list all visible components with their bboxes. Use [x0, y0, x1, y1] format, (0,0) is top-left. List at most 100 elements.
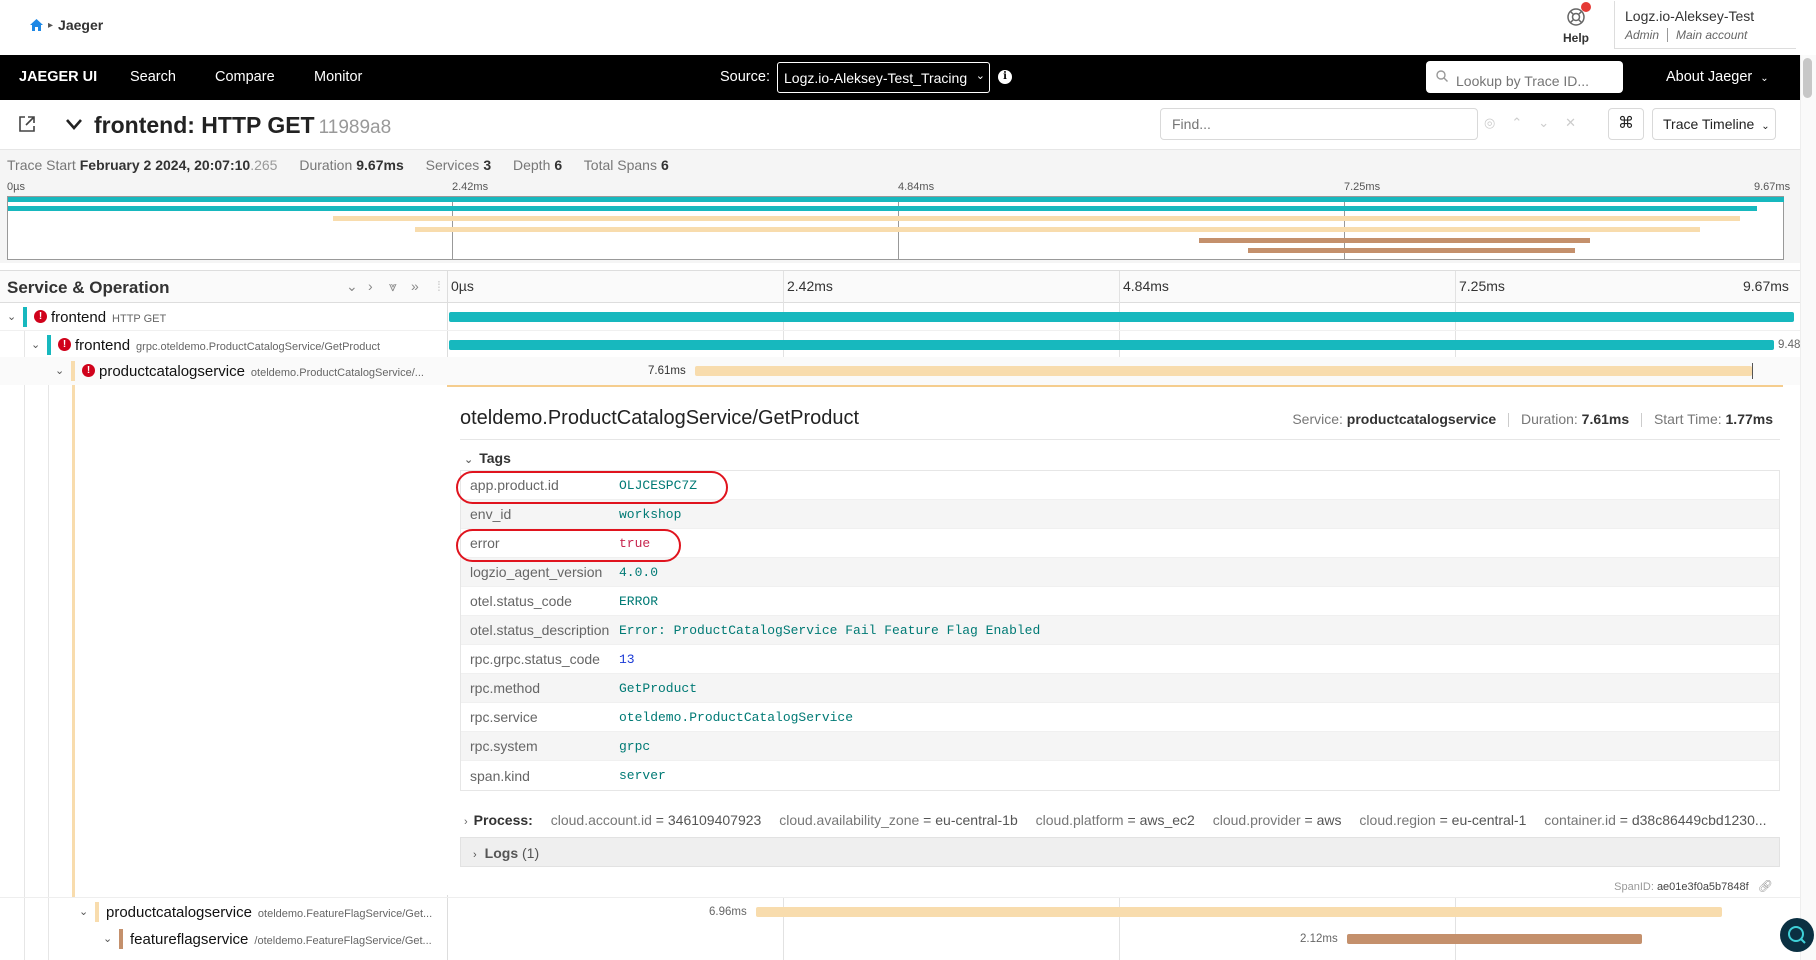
- nav-search[interactable]: Search: [130, 69, 176, 85]
- span-detail-title: oteldemo.ProductCatalogService/GetProduc…: [460, 407, 860, 429]
- nav-monitor[interactable]: Monitor: [314, 69, 362, 85]
- chevron-right-icon: ›: [473, 849, 477, 861]
- home-icon[interactable]: [30, 19, 43, 31]
- breadcrumb-jaeger[interactable]: Jaeger: [58, 17, 103, 33]
- chevron-down-icon[interactable]: ⌄: [103, 932, 112, 945]
- span-duration: 9.48: [1778, 339, 1801, 351]
- view-mode-select[interactable]: Trace Timeline ⌄: [1652, 108, 1776, 140]
- trace-header: frontend: HTTP GET11989a8 ◎ ⌃ ⌄ ✕ ⌘ Trac…: [0, 100, 1800, 150]
- service-color-bar: [47, 335, 51, 355]
- tag-row[interactable]: rpc.system grpc: [461, 732, 1779, 761]
- trace-summary: Trace Start February 2 2024, 20:07:10.265…: [0, 150, 1800, 179]
- chat-button[interactable]: [1780, 918, 1814, 952]
- span-bar[interactable]: [1347, 934, 1642, 944]
- depth-value: 6: [554, 157, 563, 173]
- tag-key: span.kind: [470, 767, 530, 784]
- info-icon[interactable]: i: [998, 70, 1012, 84]
- span-duration: 7.61ms: [648, 365, 686, 377]
- breadcrumb-separator-icon: ▸: [48, 19, 54, 31]
- about-jaeger-menu[interactable]: About Jaeger ⌄: [1666, 69, 1769, 85]
- service-name: featureflagservice: [130, 931, 249, 948]
- process-value: d38c86449cbd1230...: [1631, 812, 1767, 828]
- tag-row[interactable]: env_id workshop: [461, 500, 1779, 529]
- service-color-bar: [95, 902, 99, 922]
- tag-row[interactable]: rpc.grpc.status_code 13: [461, 645, 1779, 674]
- tag-row[interactable]: rpc.method GetProduct: [461, 674, 1779, 703]
- chevron-down-icon[interactable]: ⌄: [7, 310, 16, 323]
- duration-label: Duration:: [1520, 411, 1578, 427]
- collapse-all-icon[interactable]: ⩔: [389, 278, 397, 295]
- nav-brand[interactable]: JAEGER UI: [19, 69, 97, 85]
- process-toggle[interactable]: › Process: cloud.account.id = 34610940792…: [464, 812, 1784, 828]
- clear-find-icon[interactable]: ✕: [1565, 115, 1576, 131]
- nav-compare[interactable]: Compare: [215, 69, 275, 85]
- column-divider: [447, 271, 448, 304]
- tag-key: rpc.method: [470, 680, 541, 696]
- span-bar-end-marker: [1752, 363, 1753, 379]
- collapse-one-icon[interactable]: ⌄: [346, 278, 358, 295]
- span-bar[interactable]: [756, 907, 1722, 917]
- locate-icon[interactable]: ◎: [1484, 115, 1495, 131]
- help-button[interactable]: Help: [1550, 2, 1602, 45]
- prev-match-icon[interactable]: ⌃: [1511, 115, 1522, 131]
- account-switcher[interactable]: Logz.io-Aleksey-Test Admin Main account: [1614, 1, 1796, 49]
- external-link-icon[interactable]: [18, 115, 36, 133]
- minimap-canvas[interactable]: [7, 196, 1784, 260]
- find-input[interactable]: [1160, 108, 1478, 140]
- expand-one-icon[interactable]: ›: [368, 278, 373, 294]
- error-icon: !: [58, 338, 71, 351]
- trace-title: frontend: HTTP GET 11989a8: [94, 112, 391, 139]
- tag-row[interactable]: rpc.service oteldemo.ProductCatalogServic…: [461, 703, 1779, 732]
- link-icon[interactable]: 🔗︎: [1758, 879, 1773, 893]
- process-key: cloud.account.id: [550, 812, 652, 828]
- scrollbar-thumb[interactable]: [1803, 58, 1812, 98]
- source-select[interactable]: Logz.io-Aleksey-Test_Tracing ⌄: [777, 62, 990, 93]
- keyboard-shortcuts-button[interactable]: ⌘: [1608, 108, 1644, 140]
- span-id-value: ae01e3f0a5b7848f: [1656, 881, 1749, 893]
- span-row-selected[interactable]: ⌄ ! productcatalogservice oteldemo.Produc…: [0, 357, 1800, 385]
- tags-toggle[interactable]: ⌄ Tags: [464, 450, 511, 466]
- span-row[interactable]: ⌄ featureflagservice/oteldemo.FeatureFla…: [0, 925, 1800, 953]
- process-value: eu-central-1b: [935, 812, 1018, 828]
- span-row[interactable]: ⌄ ! frontend grpc.oteldemo.ProductCatalog…: [0, 331, 1800, 359]
- span-row[interactable]: ⌄ ! frontend HTTP GET: [0, 303, 1800, 331]
- process-value: aws: [1316, 812, 1342, 828]
- source-label: Source:: [720, 69, 770, 85]
- service-value: productcatalogservice: [1346, 411, 1497, 427]
- chevron-down-icon[interactable]: ⌄: [31, 338, 40, 351]
- logs-count: (1): [522, 845, 540, 861]
- tag-row[interactable]: span.kind server: [461, 761, 1779, 790]
- tag-value: workshop: [619, 506, 682, 522]
- tag-value: 4.0.0: [619, 564, 659, 580]
- service-color-bar: [23, 307, 27, 327]
- collapse-trace-icon[interactable]: [65, 118, 83, 131]
- tag-key: logzio_agent_version: [470, 564, 603, 580]
- next-match-icon[interactable]: ⌄: [1538, 115, 1549, 131]
- minimap-span-bar: [1199, 238, 1590, 243]
- tag-key: rpc.grpc.status_code: [470, 651, 600, 667]
- span-bar[interactable]: [449, 340, 1774, 350]
- divider: [460, 439, 1780, 440]
- span-bar[interactable]: [695, 366, 1752, 376]
- services-label: Services: [425, 157, 480, 173]
- expand-all-icon[interactable]: »: [411, 278, 419, 294]
- process-value: 346109407923: [667, 812, 762, 828]
- chevron-down-icon[interactable]: ⌄: [55, 364, 64, 377]
- tag-row[interactable]: otel.status_description Error: ProductCat…: [461, 616, 1779, 645]
- trace-minimap[interactable]: 0µs 2.42ms 4.84ms 7.25ms 9.67ms: [0, 179, 1800, 263]
- trace-start-ms: .265: [250, 157, 278, 173]
- tag-row[interactable]: logzio_agent_version 4.0.0: [461, 558, 1779, 587]
- logs-toggle[interactable]: › Logs (1): [460, 837, 1780, 867]
- chevron-down-icon[interactable]: ⌄: [79, 905, 88, 918]
- tag-key: otel.status_code: [470, 593, 572, 609]
- minimap-tick: 2.42ms: [452, 181, 489, 193]
- scrollbar[interactable]: [1800, 55, 1816, 960]
- lookup-trace-input[interactable]: [1426, 61, 1623, 93]
- span-row[interactable]: ⌄ productcatalogservice oteldemo.FeatureF…: [0, 897, 1800, 925]
- timeline-tick: 4.84ms: [1123, 278, 1169, 294]
- span-service: productcatalogservice oteldemo.ProductCat…: [99, 363, 424, 380]
- account-role: Admin: [1625, 28, 1660, 42]
- tag-row[interactable]: otel.status_code ERROR: [461, 587, 1779, 616]
- resize-handle[interactable]: ⁞: [437, 278, 441, 294]
- span-bar[interactable]: [449, 312, 1794, 322]
